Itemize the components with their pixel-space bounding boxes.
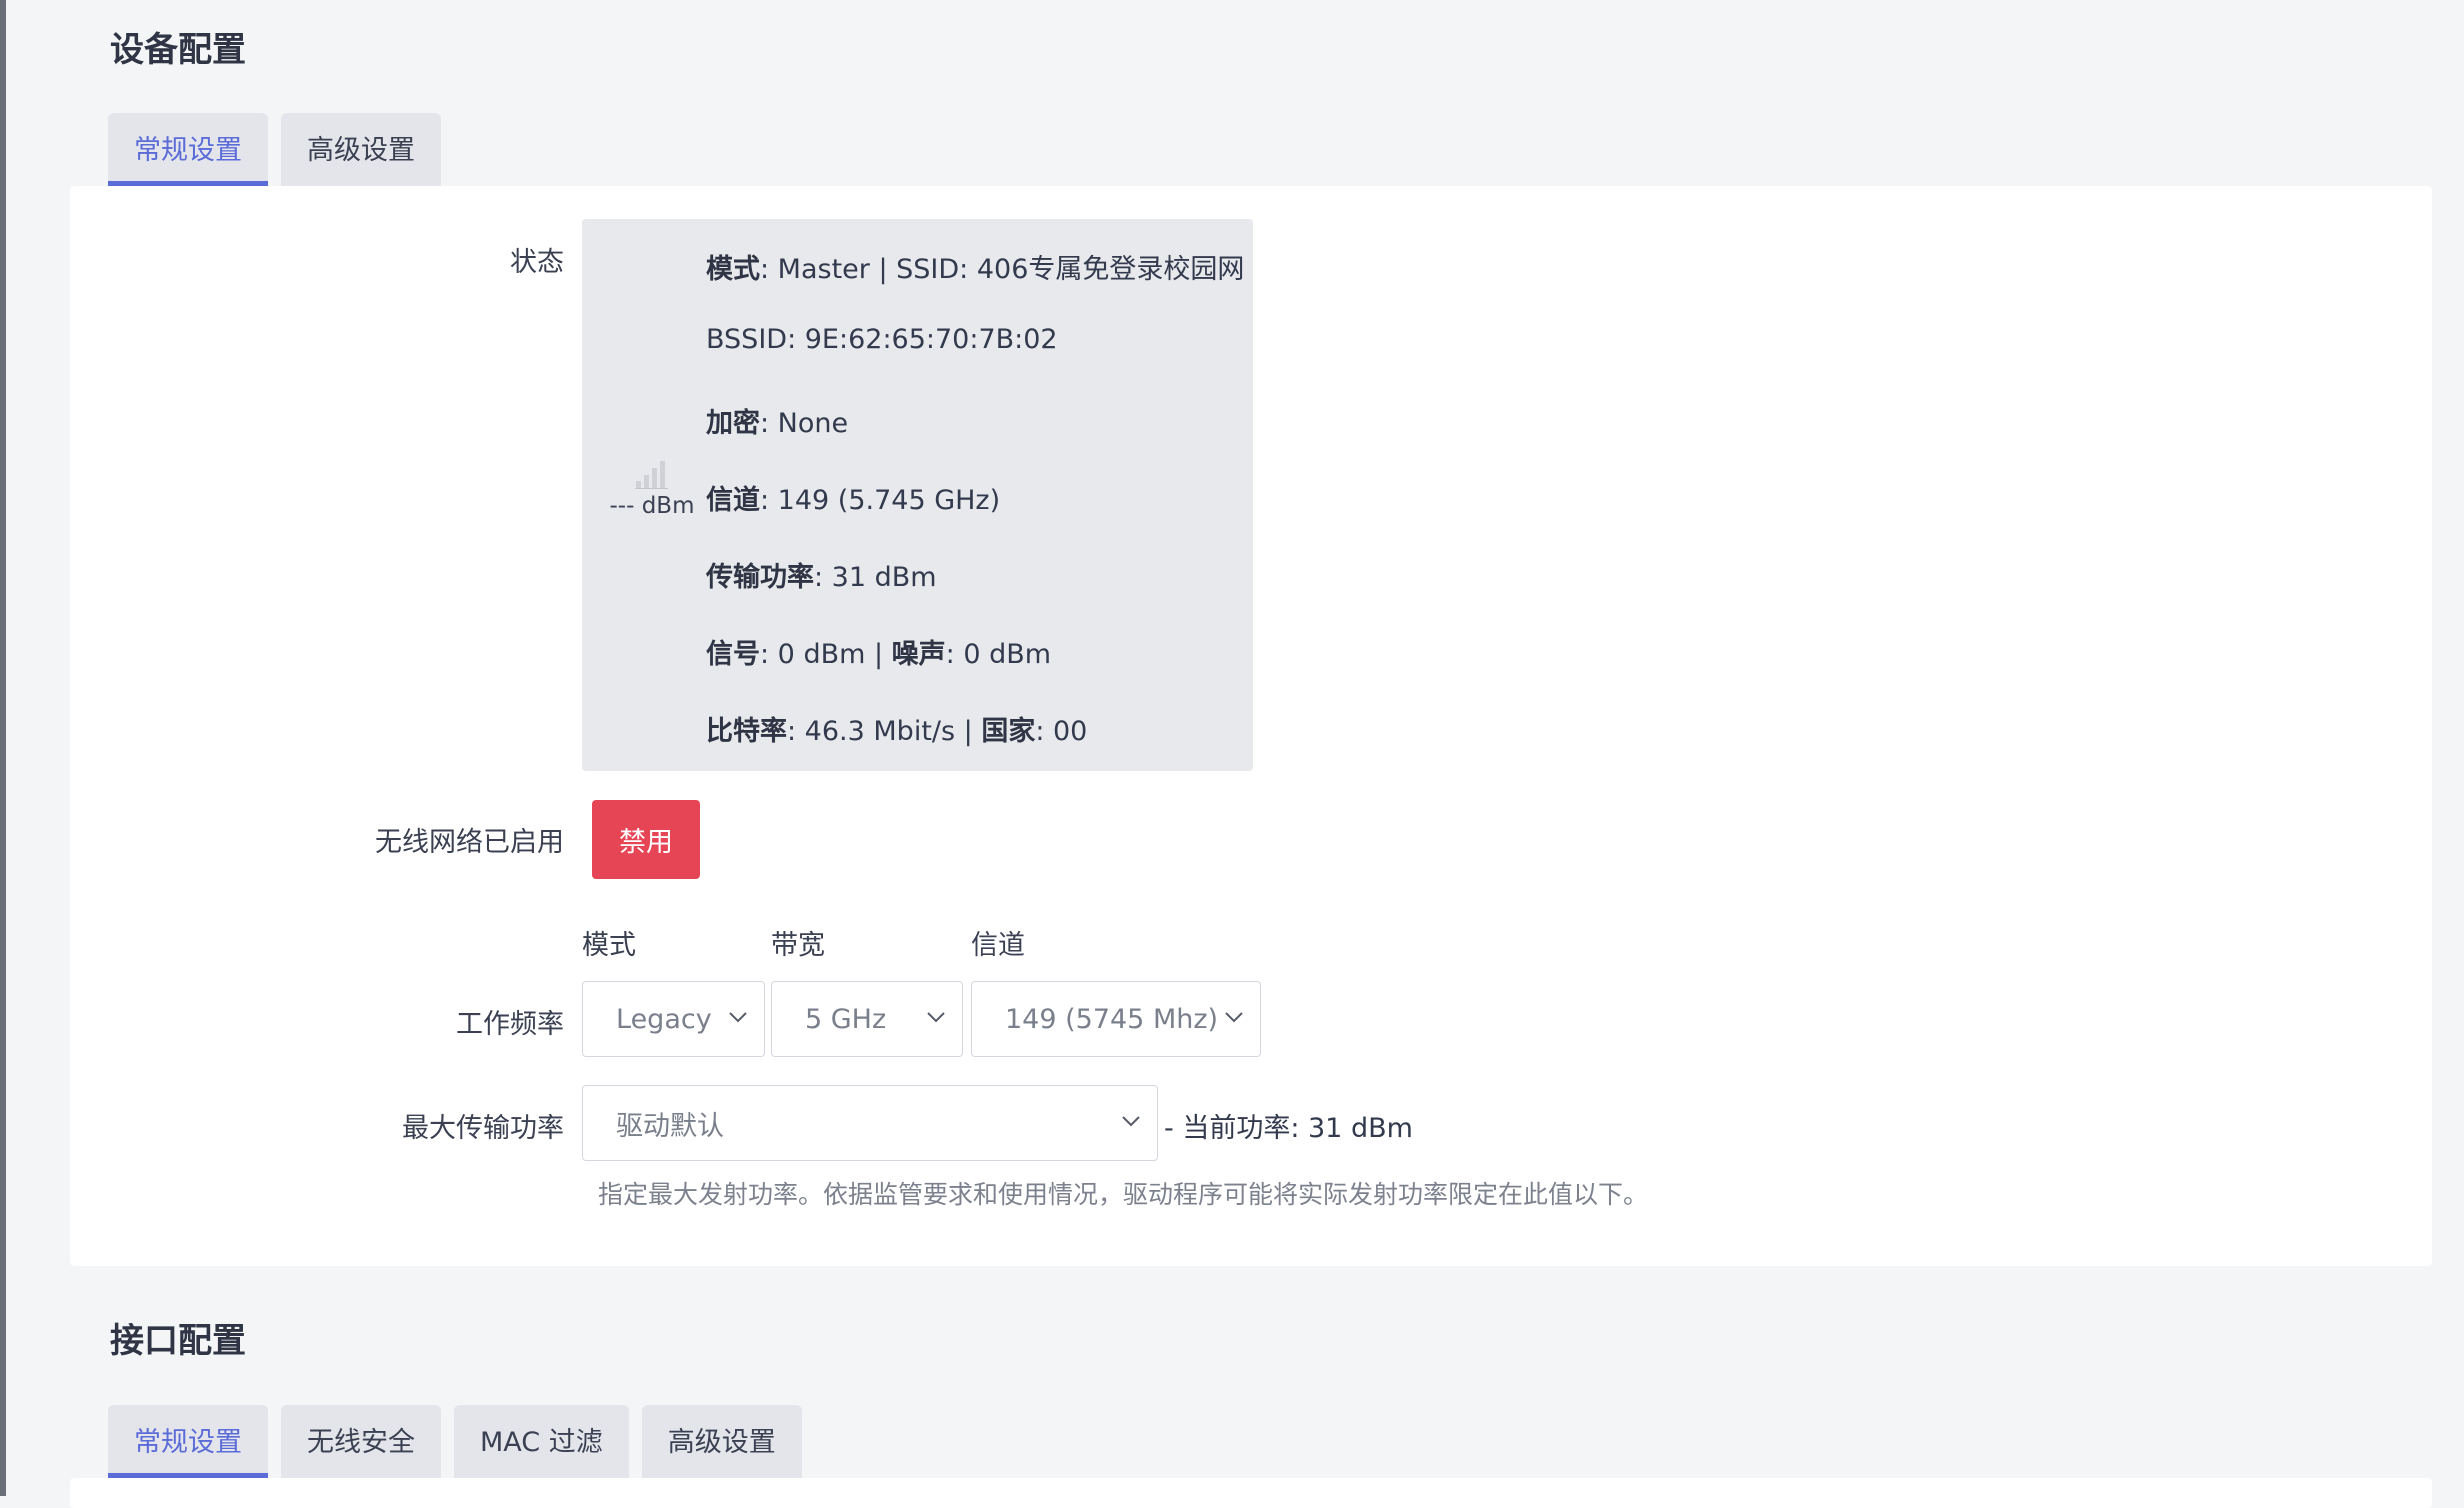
bandwidth-column-label: 带宽 bbox=[771, 930, 825, 961]
channel-select-value: 149 (5745 Mhz) bbox=[1005, 1003, 1219, 1035]
mode-column-label: 模式 bbox=[582, 930, 636, 961]
bandwidth-select-value: 5 GHz bbox=[805, 1003, 887, 1035]
status-key: 传输功率 bbox=[706, 562, 814, 593]
interface-config-card bbox=[70, 1478, 2432, 1508]
status-key: 国家 bbox=[981, 716, 1036, 747]
channel-column-label: 信道 bbox=[971, 930, 1025, 961]
status-bssid: BSSID: 9E:62:65:70:7B:02 bbox=[706, 324, 1246, 401]
tab-mac-filter[interactable]: MAC 过滤 bbox=[454, 1405, 629, 1478]
signal-strength-icon bbox=[635, 461, 668, 489]
interface-tabs: 常规设置 无线安全 MAC 过滤 高级设置 bbox=[108, 1405, 802, 1478]
signal-indicator: --- dBm bbox=[582, 459, 722, 519]
signal-dbm-text: --- dBm bbox=[609, 493, 695, 519]
channel-select[interactable]: 149 (5745 Mhz) bbox=[971, 981, 1261, 1057]
status-key: 信道 bbox=[706, 485, 760, 516]
bandwidth-select[interactable]: 5 GHz bbox=[771, 981, 963, 1057]
interface-config-title: 接口配置 bbox=[110, 1321, 246, 1361]
status-value: : 149 (5.745 GHz) bbox=[760, 485, 1001, 516]
status-value: : 00 bbox=[1035, 716, 1088, 747]
status-value: BSSID: 9E:62:65:70:7B:02 bbox=[706, 324, 1058, 355]
device-config-title: 设备配置 bbox=[110, 30, 246, 70]
wireless-enabled-label: 无线网络已启用 bbox=[375, 827, 564, 858]
status-value: : None bbox=[760, 408, 849, 439]
status-value: : 0 dBm bbox=[945, 639, 1052, 670]
device-tabs: 常规设置 高级设置 bbox=[108, 113, 441, 186]
chevron-down-icon bbox=[1122, 1116, 1140, 1127]
status-lines: 模式: Master | SSID: 406专属免登录校园网 BSSID: 9E… bbox=[706, 247, 1246, 786]
max-tx-power-select[interactable]: 驱动默认 bbox=[582, 1085, 1158, 1161]
status-key: 信号 bbox=[706, 639, 760, 670]
status-encryption: 加密: None bbox=[706, 401, 1246, 478]
status-key: 模式 bbox=[706, 254, 760, 285]
max-tx-power-select-value: 驱动默认 bbox=[616, 1110, 724, 1142]
status-bitrate-country: 比特率: 46.3 Mbit/s | 国家: 00 bbox=[706, 709, 1246, 786]
max-tx-power-hint: 指定最大发射功率。依据监管要求和使用情况，驱动程序可能将实际发射功率限定在此值以… bbox=[598, 1180, 1649, 1209]
current-power-text: - 当前功率: 31 dBm bbox=[1164, 1113, 1413, 1144]
status-label: 状态 bbox=[510, 247, 564, 278]
status-mode-ssid: 模式: Master | SSID: 406专属免登录校园网 bbox=[706, 247, 1246, 324]
status-panel: --- dBm 模式: Master | SSID: 406专属免登录校园网 B… bbox=[582, 219, 1253, 771]
disable-wireless-button[interactable]: 禁用 bbox=[592, 800, 700, 879]
status-value: : Master | SSID: 406专属免登录校园网 bbox=[760, 254, 1245, 285]
status-key: 噪声 bbox=[891, 639, 946, 670]
status-value: : 46.3 Mbit/s | bbox=[787, 716, 982, 747]
status-tx-power: 传输功率: 31 dBm bbox=[706, 555, 1246, 632]
status-signal-noise: 信号: 0 dBm | 噪声: 0 dBm bbox=[706, 632, 1246, 709]
tab-interface-general[interactable]: 常规设置 bbox=[108, 1405, 268, 1478]
tab-wireless-security[interactable]: 无线安全 bbox=[281, 1405, 441, 1478]
chevron-down-icon bbox=[729, 1012, 747, 1023]
chevron-down-icon bbox=[1225, 1012, 1243, 1023]
tab-interface-advanced[interactable]: 高级设置 bbox=[641, 1405, 802, 1478]
operating-frequency-label: 工作频率 bbox=[456, 1009, 564, 1040]
status-channel: 信道: 149 (5.745 GHz) bbox=[706, 478, 1246, 555]
status-value: : 0 dBm | bbox=[760, 639, 892, 670]
max-tx-power-label: 最大传输功率 bbox=[402, 1113, 564, 1144]
tab-advanced-settings[interactable]: 高级设置 bbox=[281, 113, 441, 186]
tab-general-settings[interactable]: 常规设置 bbox=[108, 113, 268, 186]
status-key: 比特率 bbox=[706, 716, 787, 747]
mode-select[interactable]: Legacy bbox=[582, 981, 765, 1057]
window-edge bbox=[0, 0, 6, 1496]
mode-select-value: Legacy bbox=[616, 1003, 712, 1035]
chevron-down-icon bbox=[927, 1012, 945, 1023]
status-key: 加密 bbox=[706, 408, 760, 439]
status-value: : 31 dBm bbox=[814, 562, 937, 593]
